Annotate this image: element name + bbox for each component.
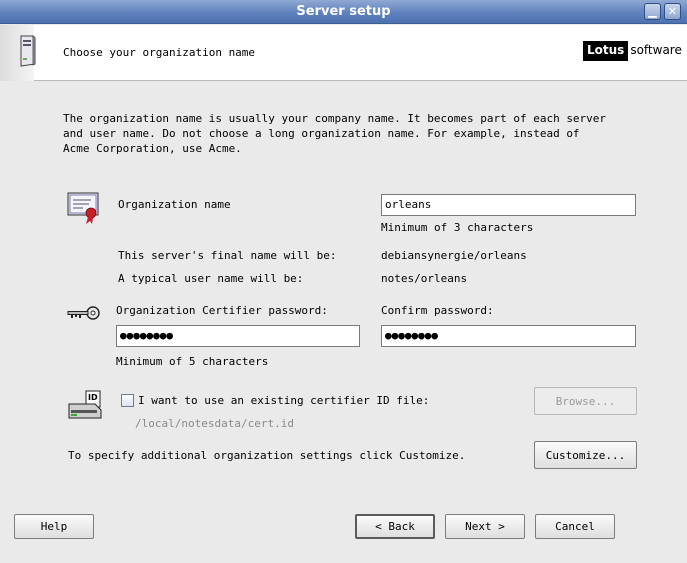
- user-name-value: notes/orleans: [381, 272, 468, 285]
- certifier-file-path: /local/notesdata/cert.id: [135, 417, 294, 430]
- confirm-password-label: Confirm password:: [381, 304, 494, 317]
- server-name-label: This server's final name will be:: [118, 249, 337, 262]
- password-hint: Minimum of 5 characters: [116, 355, 269, 368]
- next-button[interactable]: Next >: [445, 514, 525, 539]
- customize-text: To specify additional organization setti…: [68, 449, 466, 462]
- customize-button[interactable]: Customize...: [534, 441, 637, 469]
- existing-certifier-label[interactable]: I want to use an existing certifier ID f…: [138, 394, 429, 407]
- org-name-label: Organization name: [118, 198, 231, 211]
- certificate-icon: [67, 192, 99, 224]
- id-file-drive-icon: ID: [68, 390, 102, 419]
- svg-text:ID: ID: [88, 393, 98, 402]
- confirm-password-input[interactable]: ●●●●●●●●: [381, 325, 636, 347]
- help-button[interactable]: Help: [14, 514, 94, 539]
- key-icon: [67, 306, 100, 320]
- org-name-input[interactable]: orleans: [381, 194, 636, 216]
- close-button[interactable]: ✕: [664, 3, 681, 20]
- user-name-label: A typical user name will be:: [118, 272, 304, 285]
- minimize-button[interactable]: ▁: [644, 3, 661, 20]
- close-icon: ✕: [667, 5, 678, 18]
- certifier-password-input[interactable]: ●●●●●●●●: [116, 325, 360, 347]
- browse-button[interactable]: Browse...: [534, 387, 637, 415]
- title-bar: Server setup ▁ ✕: [0, 0, 687, 24]
- intro-text: The organization name is usually your co…: [63, 112, 607, 155]
- certifier-password-label: Organization Certifier password:: [116, 304, 328, 317]
- minimize-icon: ▁: [648, 5, 657, 18]
- cancel-button[interactable]: Cancel: [535, 514, 615, 539]
- server-tower-icon: [20, 35, 36, 67]
- back-button[interactable]: < Back: [355, 514, 435, 539]
- lotus-software-logo: Lotus software: [583, 41, 684, 61]
- existing-certifier-checkbox[interactable]: [121, 394, 134, 407]
- org-name-hint: Minimum of 3 characters: [381, 221, 534, 234]
- window-title: Server setup: [296, 4, 391, 19]
- wizard-header: Choose your organization name Lotus soft…: [0, 25, 687, 81]
- server-name-value: debiansynergie/orleans: [381, 249, 527, 262]
- page-title: Choose your organization name: [63, 46, 256, 59]
